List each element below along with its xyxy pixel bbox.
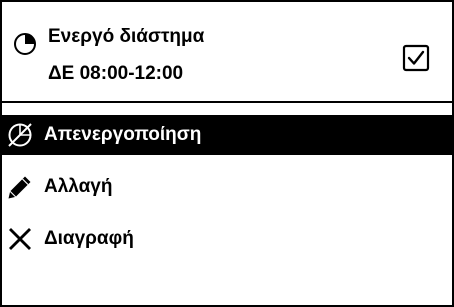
screen: Ενεργό διάστημα ΔΕ 08:00-12:00 Απενεργοπ…	[0, 0, 454, 307]
interval-header: Ενεργό διάστημα ΔΕ 08:00-12:00	[2, 2, 452, 100]
divider	[2, 101, 452, 103]
menu-item-label: Διαγραφή	[44, 228, 134, 249]
cross-icon	[9, 228, 31, 250]
clock-icon	[14, 33, 36, 55]
interval-time: ΔΕ 08:00-12:00	[48, 63, 184, 84]
menu-item-disable[interactable]: Απενεργοποίηση	[2, 115, 452, 155]
menu-item-label: Απενεργοποίηση	[44, 124, 202, 145]
pencil-icon	[8, 176, 31, 199]
menu-item-label: Αλλαγή	[44, 176, 113, 197]
interval-title: Ενεργό διάστημα	[48, 26, 205, 47]
menu-item-edit[interactable]: Αλλαγή	[2, 167, 452, 207]
active-checkbox[interactable]	[402, 44, 430, 72]
disabled-clock-icon	[8, 123, 32, 147]
menu-item-delete[interactable]: Διαγραφή	[2, 219, 452, 259]
